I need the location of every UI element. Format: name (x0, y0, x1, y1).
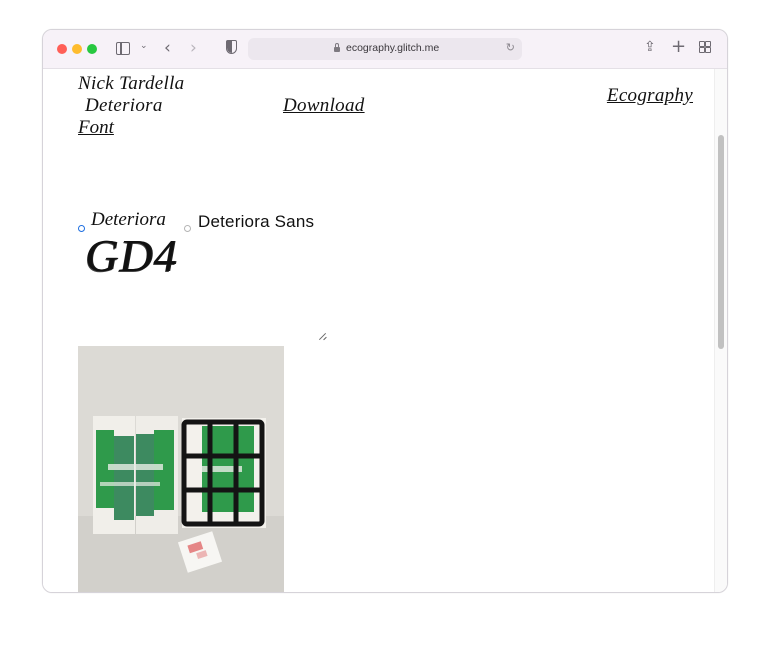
back-arrow-icon[interactable]: ‹ (164, 38, 171, 58)
site-title-name: Nick Tardella (78, 73, 185, 94)
ecography-link[interactable]: Ecography (607, 85, 693, 107)
site-title-font: Deteriora (85, 95, 163, 116)
minimize-window-button[interactable] (72, 44, 82, 54)
artwork-photo (78, 346, 284, 592)
forward-arrow-icon[interactable]: › (190, 38, 197, 58)
browser-toolbar: ⌄ ‹ › ecography.glitch.me ↻ ⇪ + (43, 30, 727, 69)
radio-deteriora-sans[interactable] (184, 225, 191, 232)
chevron-down-icon[interactable]: ⌄ (140, 41, 148, 51)
scrollbar-thumb[interactable] (718, 135, 724, 349)
tab-overview-icon[interactable] (699, 41, 711, 53)
privacy-shield-icon[interactable] (226, 40, 237, 54)
font-specimen-textarea[interactable]: GD4 (85, 229, 177, 282)
sidebar-toggle-icon[interactable] (116, 42, 130, 55)
address-url: ecography.glitch.me (346, 42, 440, 54)
share-icon[interactable]: ⇪ (644, 39, 656, 55)
radio-label-deteriora-sans[interactable]: Deteriora Sans (198, 212, 314, 232)
vertical-scrollbar[interactable] (714, 69, 727, 592)
page-content: Nick Tardella Deteriora Font Download Ec… (43, 69, 715, 592)
site-title-link[interactable]: Font (78, 117, 114, 139)
reload-icon[interactable]: ↻ (506, 41, 515, 54)
resize-handle-icon[interactable] (318, 331, 326, 339)
new-tab-icon[interactable]: + (671, 36, 686, 57)
lock-icon (334, 43, 340, 52)
download-link[interactable]: Download (283, 95, 365, 117)
close-window-button[interactable] (57, 44, 67, 54)
radio-deteriora[interactable] (78, 225, 85, 232)
address-bar[interactable]: ecography.glitch.me ↻ (248, 38, 522, 60)
zoom-window-button[interactable] (87, 44, 97, 54)
radio-label-deteriora[interactable]: Deteriora (91, 209, 166, 231)
browser-window: ⌄ ‹ › ecography.glitch.me ↻ ⇪ + Nick Tar… (42, 29, 728, 593)
